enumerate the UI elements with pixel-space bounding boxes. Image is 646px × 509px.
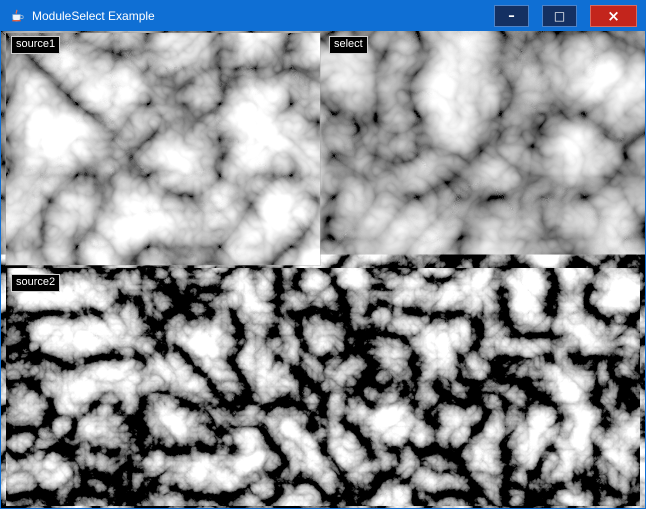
render-canvas: source1 select source2 [1, 31, 645, 508]
source1-image [6, 33, 320, 265]
app-window: ModuleSelect Example – □ × [0, 0, 646, 509]
source2-label: source2 [11, 274, 60, 292]
java-icon [8, 8, 25, 25]
title-bar[interactable]: ModuleSelect Example – □ × [1, 1, 645, 31]
minimize-button[interactable]: – [494, 5, 529, 27]
window-title: ModuleSelect Example [32, 9, 155, 23]
close-button[interactable]: × [590, 5, 637, 27]
maximize-button[interactable]: □ [542, 5, 577, 27]
window-controls: – □ × [494, 5, 637, 27]
select-label: select [329, 36, 368, 54]
source2-image [6, 268, 640, 506]
source1-label: source1 [11, 36, 60, 54]
